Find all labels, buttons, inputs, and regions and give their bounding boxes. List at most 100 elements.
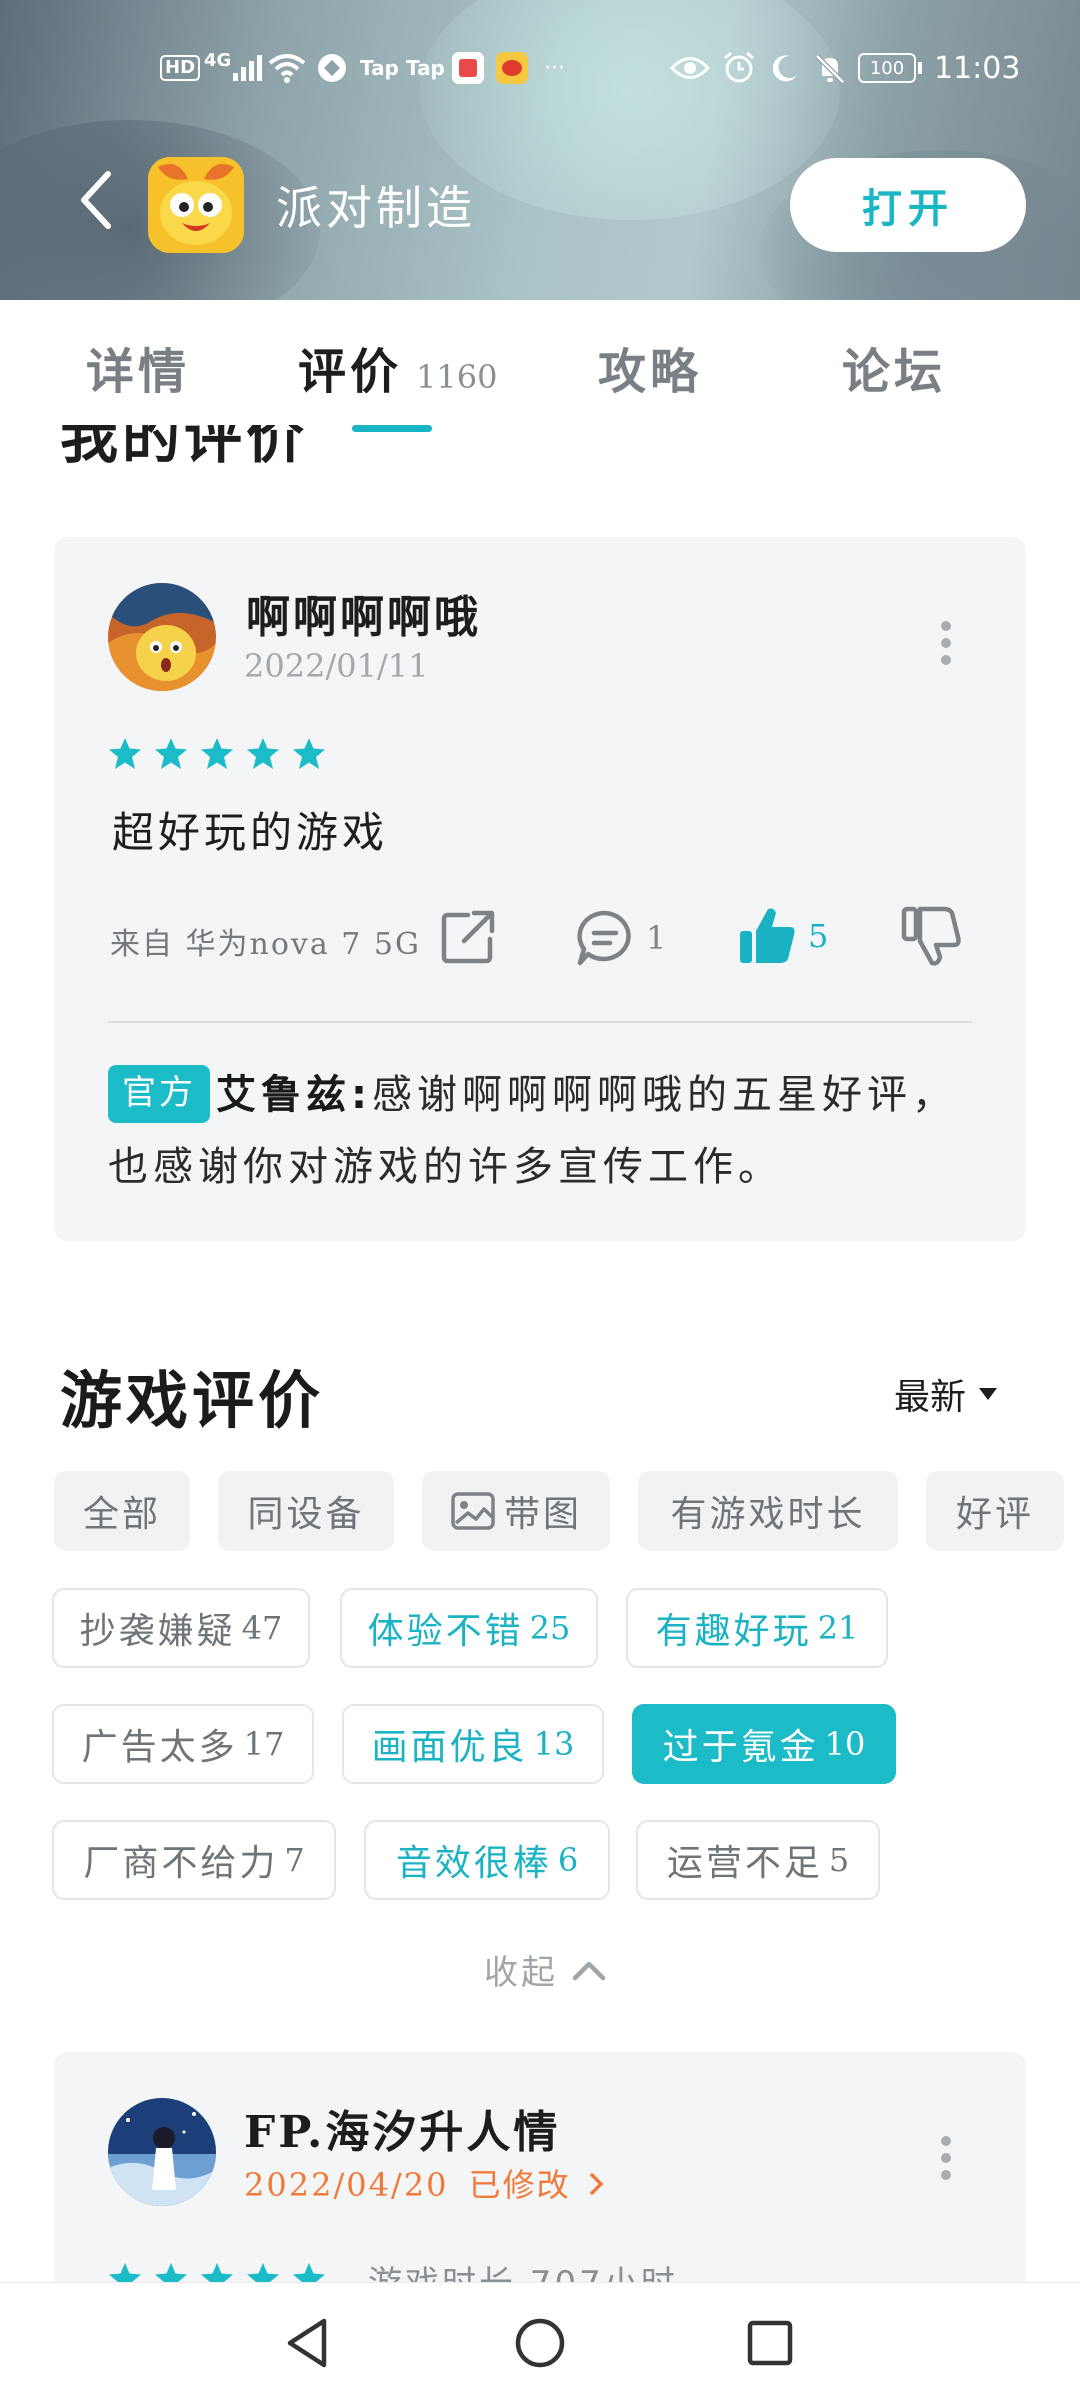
filter-with-images[interactable]: 带图 [422,1471,610,1551]
tab-forum[interactable]: 论坛 [842,332,946,402]
filter-all-label: 全部 [82,1494,161,1535]
divider [108,1021,972,1023]
reviewer-name[interactable]: FP.海汐升人情 [244,2096,560,2160]
avatar[interactable] [108,2098,216,2206]
nav-back-icon[interactable] [280,2315,336,2371]
reply-colon: : [351,1072,372,1118]
filter-playtime[interactable]: 有游戏时长 [638,1471,898,1551]
star-icon [247,738,279,769]
review-date: 2022/04/20 [244,2166,449,2204]
tab-reviews-label: 评价 [298,344,403,400]
thumbs-down-icon [901,906,961,966]
moon-icon [772,55,797,82]
nav-recents-icon[interactable] [742,2315,798,2371]
tag-label: 体验不错 [367,1611,524,1652]
hd-indicator: HD [160,55,201,81]
comment-icon [577,910,631,966]
game-title: 派对制造 [276,181,476,235]
like-button[interactable]: 5 [736,905,828,967]
mute-icon [815,54,845,84]
reply-author[interactable]: 艾鲁兹 [216,1072,351,1118]
taptap-notification-2: Tap [406,56,445,80]
sort-dropdown[interactable]: 最新 [894,1368,998,1420]
filter-same-device[interactable]: 同设备 [218,1471,394,1551]
filter-all[interactable]: 全部 [54,1471,190,1551]
more-notifications: ··· [544,55,565,81]
tag-great-sound[interactable]: 音效很棒 6 [364,1820,610,1900]
filter-positive[interactable]: 好评 [926,1471,1064,1551]
tab-bar: 详情 评价 1160 攻略 论坛 [0,300,1080,430]
tab-guides[interactable]: 攻略 [598,332,702,402]
developer-reply: 官方 艾鲁兹:感谢啊啊啊啊哦的五星好评，也感谢你对游戏的许多宣传工作。 [108,1059,968,1203]
my-review-card: 啊啊啊啊哦 2022/01/11 超好玩的游戏 来自 华为nova 7 5G 1… [54,537,1026,1241]
reviewer-name[interactable]: 啊啊啊啊哦 [246,581,481,645]
tag-label: 有趣好玩 [655,1611,812,1652]
collapse-tags-button[interactable]: 收起 [484,1945,606,1994]
avatar[interactable] [108,583,216,691]
review-date-modified[interactable]: 2022/04/20 已修改 [244,2160,605,2206]
tag-pay-to-win[interactable]: 过于氪金 10 [632,1704,896,1784]
share-icon [441,910,495,964]
tag-count: 17 [243,1725,285,1763]
thumbs-up-icon [740,908,795,963]
star-icon [109,738,141,769]
game-icon [148,157,244,253]
more-options-icon[interactable] [940,2136,952,2180]
image-icon [451,1492,495,1530]
filter-with-images-label: 带图 [503,1494,582,1535]
tag-count: 10 [824,1725,866,1763]
tag-count: 6 [557,1841,579,1879]
review-text: 超好玩的游戏 [112,808,389,857]
tag-count: 25 [529,1609,571,1647]
tag-fun[interactable]: 有趣好玩 21 [626,1588,888,1668]
tag-too-many-ads[interactable]: 广告太多 17 [52,1704,314,1784]
tag-count: 7 [284,1841,305,1879]
battery-icon: 100 [858,53,916,83]
tag-good-graphics[interactable]: 画面优良 13 [342,1704,604,1784]
tag-plagiarism[interactable]: 抄袭嫌疑 47 [52,1588,310,1668]
like-count: 5 [808,917,829,955]
review-date: 2022/01/11 [244,647,429,685]
status-time: 11:03 [934,50,1021,86]
system-nav-bar [0,2282,1080,2400]
network-label: 4G [204,50,232,71]
tag-count: 5 [828,1841,850,1879]
tag-label: 抄袭嫌疑 [79,1611,236,1652]
tag-label: 画面优良 [371,1727,528,1768]
tab-reviews[interactable]: 评价 1160 [298,332,497,402]
tag-count: 47 [241,1609,283,1647]
more-options-icon[interactable] [940,621,952,665]
star-icon [155,738,187,769]
app-notification-icon [318,54,346,82]
tag-poor-operations[interactable]: 运营不足 5 [636,1820,880,1900]
review-count: 1160 [416,358,498,396]
chevron-right-icon [590,2173,604,2195]
comment-count: 1 [646,919,667,957]
comment-button[interactable]: 1 [574,907,666,969]
back-arrow-icon[interactable] [78,170,114,230]
eye-icon [670,57,710,79]
tag-label: 过于氪金 [662,1727,819,1768]
filter-positive-label: 好评 [955,1494,1034,1535]
share-button[interactable] [438,907,498,967]
status-bar: HD 4G Tap Tap ··· 100 11:03 [0,48,1080,88]
tag-good-experience[interactable]: 体验不错 25 [340,1588,598,1668]
star-rating [108,737,326,771]
taptap-notification-1: Tap [360,56,399,80]
book-app-icon [452,52,484,84]
modified-label: 已修改 [468,2166,571,2204]
chevron-up-icon [572,1961,606,1980]
filter-same-device-label: 同设备 [247,1494,365,1535]
nav-home-icon[interactable] [512,2315,568,2371]
tag-label: 音效很棒 [395,1843,552,1884]
tab-details[interactable]: 详情 [86,332,190,402]
alarm-icon [724,51,754,83]
star-icon [293,738,325,769]
wifi-icon [268,54,306,83]
official-badge: 官方 [108,1065,210,1123]
dislike-button[interactable] [900,905,962,967]
tag-poor-developer[interactable]: 厂商不给力 7 [52,1820,336,1900]
device-info: 来自 华为nova 7 5G [110,927,421,962]
tab-details-label: 详情 [86,344,191,400]
open-game-button[interactable]: 打开 [790,158,1026,252]
